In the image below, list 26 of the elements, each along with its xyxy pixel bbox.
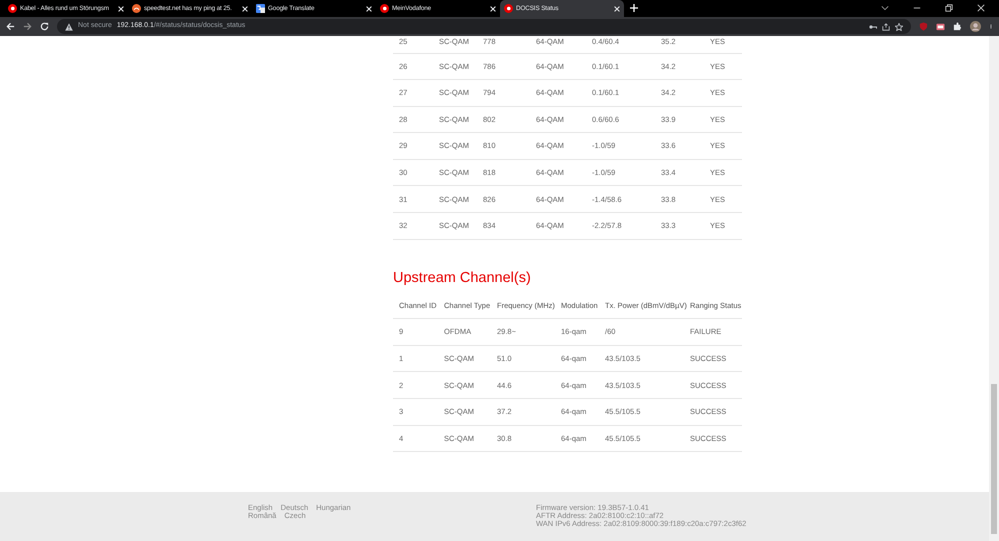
share-icon[interactable] [882, 22, 890, 30]
vodafone-logo-icon [504, 4, 513, 13]
section-heading: Upstream Channel(s) [393, 268, 532, 287]
reload-icon[interactable] [40, 22, 49, 31]
puzzle-icon[interactable] [953, 22, 962, 31]
close-icon[interactable] [118, 6, 124, 12]
vodafone-logo-icon [8, 4, 17, 13]
plus-icon[interactable] [630, 4, 638, 12]
star-icon[interactable] [895, 22, 903, 30]
close-icon[interactable] [366, 6, 372, 12]
scrollbar[interactable] [989, 36, 999, 541]
close-icon[interactable] [977, 4, 985, 12]
forward-arrow-icon[interactable] [23, 22, 32, 31]
warning-icon [65, 22, 73, 30]
restore-icon[interactable] [945, 4, 953, 12]
avatar-icon[interactable] [970, 21, 981, 32]
close-icon[interactable] [490, 6, 496, 12]
key-icon[interactable] [869, 22, 877, 30]
vodafone-logo-icon [380, 4, 389, 13]
speedometer-icon [132, 4, 141, 13]
close-icon[interactable] [242, 6, 248, 12]
translate-icon [256, 4, 265, 13]
back-arrow-icon[interactable] [6, 22, 15, 31]
extension-icon[interactable] [936, 22, 945, 31]
close-icon[interactable] [614, 6, 620, 12]
chevron-down-icon[interactable] [881, 4, 889, 12]
